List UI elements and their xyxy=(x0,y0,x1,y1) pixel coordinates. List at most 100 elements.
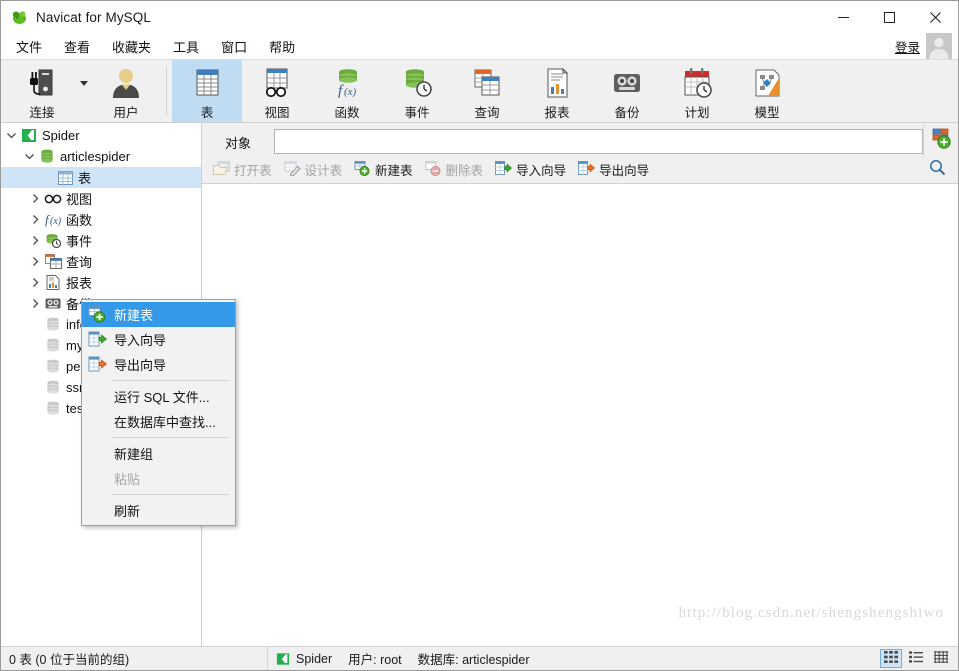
tree-node-views[interactable]: 视图 xyxy=(1,188,201,209)
toolbar-button-report[interactable]: 报表 xyxy=(522,60,592,122)
context-menu-item-export-wizard[interactable]: 导出向导 xyxy=(82,352,235,377)
add-object-button[interactable] xyxy=(923,125,958,156)
tree-node-reports[interactable]: 报表 xyxy=(1,272,201,293)
toolbar-button-schedule[interactable]: 计划 xyxy=(662,60,732,122)
functions-folder-icon: f (x) xyxy=(43,209,63,230)
toolbar-button-connection[interactable]: 连接 xyxy=(7,60,77,122)
context-menu-label-refresh: 刷新 xyxy=(114,504,141,519)
twisty-placeholder xyxy=(27,356,43,377)
minimize-button[interactable] xyxy=(820,1,866,33)
tree-label-events: 事件 xyxy=(66,234,93,249)
tree-node-spider[interactable]: Spider xyxy=(1,125,201,146)
toolbar-button-user[interactable]: 用户 xyxy=(91,60,161,122)
toolbar-button-view[interactable]: 视图 xyxy=(242,60,312,122)
new-table-button[interactable]: 新建表 xyxy=(349,158,418,181)
delete-table-button[interactable]: 删除表 xyxy=(420,158,489,181)
user-avatar-icon[interactable] xyxy=(926,33,952,59)
tree-node-events[interactable]: 事件 xyxy=(1,230,201,251)
menu-file[interactable]: 文件 xyxy=(5,34,53,59)
maximize-button[interactable] xyxy=(866,1,912,33)
main-body: Spider articlespider 表 视图 f (x) 函数 事件 查询… xyxy=(1,123,958,646)
grid-view-button[interactable] xyxy=(880,649,902,668)
tree-node-queries[interactable]: 查询 xyxy=(1,251,201,272)
events-folder-icon xyxy=(43,230,63,251)
menu-help[interactable]: 帮助 xyxy=(258,34,306,59)
context-menu-label-new-group: 新建组 xyxy=(114,447,154,462)
context-menu-item-run-sql-file[interactable]: 运行 SQL 文件... xyxy=(82,384,235,409)
context-menu[interactable]: 新建表 导入向导 导出向导 运行 SQL 文件... 在数据库中查找... 新建… xyxy=(81,299,236,526)
tree-node-functions[interactable]: f (x) 函数 xyxy=(1,209,201,230)
title-bar-left: Navicat for MySQL xyxy=(1,9,151,26)
detail-view-button[interactable] xyxy=(930,649,952,668)
twisty-placeholder xyxy=(27,314,43,335)
menu-favorites-label: 收藏夹 xyxy=(112,39,152,55)
object-list-area[interactable] xyxy=(202,184,958,646)
tree-label-queries: 查询 xyxy=(66,255,93,270)
status-database-label: 数据库: articlespider xyxy=(417,653,530,667)
export-wizard-button[interactable]: 导出向导 xyxy=(573,158,654,181)
menu-icon-placeholder xyxy=(84,441,110,466)
tree-label-spider: Spider xyxy=(42,128,80,143)
new-table-label: 新建表 xyxy=(375,164,413,178)
database-icon xyxy=(43,398,63,419)
chevron-right-icon[interactable] xyxy=(27,293,43,314)
context-menu-item-find-in-database[interactable]: 在数据库中查找... xyxy=(82,409,235,434)
close-button[interactable] xyxy=(912,1,958,33)
list-view-button[interactable] xyxy=(905,649,927,668)
context-menu-item-new-group[interactable]: 新建组 xyxy=(82,441,235,466)
toolbar-button-function[interactable]: f (x) 函数 xyxy=(312,60,382,122)
chevron-down-icon[interactable] xyxy=(21,146,37,167)
chevron-right-icon[interactable] xyxy=(27,209,43,230)
database-icon xyxy=(43,377,63,398)
toolbar-button-event[interactable]: 事件 xyxy=(382,60,452,122)
chevron-down-icon[interactable] xyxy=(77,60,91,122)
design-table-button[interactable]: 设计表 xyxy=(279,158,348,181)
toolbar-label-model: 模型 xyxy=(754,106,780,120)
menu-view[interactable]: 查看 xyxy=(53,34,101,59)
design-table-icon xyxy=(284,161,301,179)
svg-text:(x): (x) xyxy=(50,216,62,227)
delete-table-icon xyxy=(425,160,442,179)
queries-folder-icon xyxy=(43,251,63,272)
tree-node-articlespider[interactable]: articlespider xyxy=(1,146,201,167)
tab-object-label: 对象 xyxy=(224,136,251,151)
database-icon xyxy=(43,314,63,335)
tree-label-reports: 报表 xyxy=(66,276,93,291)
toolbar-button-model[interactable]: 模型 xyxy=(732,60,802,122)
chevron-right-icon[interactable] xyxy=(27,272,43,293)
chevron-right-icon[interactable] xyxy=(27,251,43,272)
context-menu-item-refresh[interactable]: 刷新 xyxy=(82,498,235,523)
toolbar-button-table[interactable]: 表 xyxy=(172,60,242,122)
toolbar-button-query[interactable]: 查询 xyxy=(452,60,522,122)
backups-folder-icon xyxy=(43,293,63,314)
toolbar-label-report: 报表 xyxy=(544,106,570,120)
new-table-icon xyxy=(84,302,110,327)
chevron-down-icon[interactable] xyxy=(3,125,19,146)
add-object-icon xyxy=(930,127,952,154)
context-menu-item-new-table[interactable]: 新建表 xyxy=(82,302,235,327)
export-wizard-icon xyxy=(84,352,110,377)
context-menu-item-paste: 粘贴 xyxy=(82,466,235,491)
chevron-right-icon[interactable] xyxy=(27,188,43,209)
chevron-right-icon[interactable] xyxy=(27,230,43,251)
search-button[interactable] xyxy=(922,158,952,182)
context-menu-label-export-wizard: 导出向导 xyxy=(114,358,167,373)
menu-favorites[interactable]: 收藏夹 xyxy=(101,34,162,59)
database-icon xyxy=(43,356,63,377)
menu-window[interactable]: 窗口 xyxy=(210,34,258,59)
menu-tools[interactable]: 工具 xyxy=(162,34,210,59)
tree-node-tables[interactable]: 表 xyxy=(1,167,201,188)
menu-tools-label: 工具 xyxy=(173,39,200,55)
twisty-placeholder xyxy=(27,398,43,419)
tab-object[interactable]: 对象 xyxy=(202,129,274,156)
toolbar-button-backup[interactable]: 备份 xyxy=(592,60,662,122)
context-menu-label-paste: 粘贴 xyxy=(114,472,141,487)
open-table-button[interactable]: 打开表 xyxy=(208,158,277,181)
import-wizard-button[interactable]: 导入向导 xyxy=(490,158,571,181)
login-link[interactable]: 登录 xyxy=(895,37,920,56)
context-menu-separator xyxy=(112,437,229,438)
database-icon xyxy=(37,146,57,167)
object-address-input[interactable] xyxy=(274,129,923,154)
context-menu-item-import-wizard[interactable]: 导入向导 xyxy=(82,327,235,352)
object-tab-bar: 对象 xyxy=(202,123,958,156)
